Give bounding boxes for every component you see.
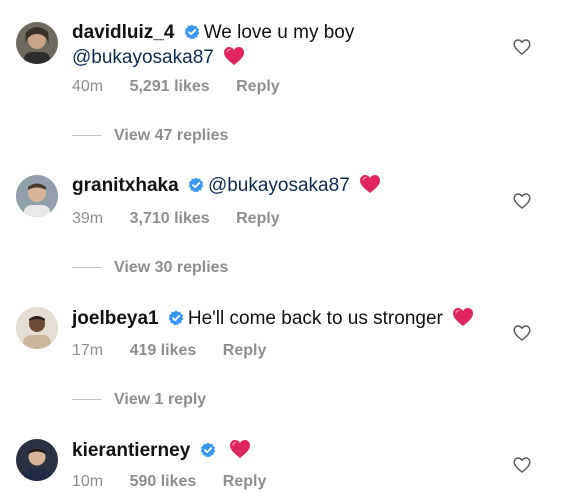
heart-outline-icon[interactable] xyxy=(513,456,531,474)
reply-button[interactable]: Reply xyxy=(236,77,280,97)
view-replies-button[interactable]: View 1 reply xyxy=(72,390,206,410)
red-heart-emoji-icon xyxy=(360,175,381,193)
comment-body: kierantierney xyxy=(72,438,511,463)
avatar[interactable] xyxy=(16,175,58,217)
avatar[interactable] xyxy=(16,439,58,481)
view-replies-label: View 1 reply xyxy=(114,391,207,408)
comment-mention[interactable]: @bukayosaka87 xyxy=(72,47,214,68)
comment-text: We love u my boy xyxy=(203,22,355,43)
comment-time: 10m xyxy=(72,473,104,490)
replies-divider xyxy=(72,399,102,401)
comment-meta: 10m 590 likes Reply xyxy=(72,472,266,492)
comment-likes[interactable]: 3,710 likes xyxy=(130,209,210,229)
comment-body: granitxhaka @bukayosaka87 xyxy=(72,173,511,198)
replies-divider xyxy=(72,135,102,137)
view-replies-button[interactable]: View 30 replies xyxy=(72,258,228,278)
verified-badge-icon xyxy=(184,24,200,40)
comment-username[interactable]: kierantierney xyxy=(72,440,190,461)
comment-likes[interactable]: 5,291 likes xyxy=(130,77,210,97)
avatar[interactable] xyxy=(16,307,58,349)
comment-username[interactable]: davidluiz_4 xyxy=(72,22,174,43)
comment-text: He'll come back to us stronger xyxy=(187,308,443,329)
comment-body: davidluiz_4 We love u my boy @bukayosaka… xyxy=(72,20,511,70)
comment-meta: 40m 5,291 likes Reply xyxy=(72,77,280,97)
red-heart-emoji-icon xyxy=(453,308,474,326)
comment-meta: 39m 3,710 likes Reply xyxy=(72,209,280,229)
comment-username[interactable]: granitxhaka xyxy=(72,175,179,196)
view-replies-label: View 30 replies xyxy=(114,259,229,276)
view-replies-label: View 47 replies xyxy=(114,127,229,144)
comment-mention[interactable]: @bukayosaka87 xyxy=(208,175,350,196)
heart-outline-icon[interactable] xyxy=(513,324,531,342)
comment-username[interactable]: joelbeya1 xyxy=(72,308,159,329)
verified-badge-icon xyxy=(188,177,204,193)
avatar[interactable] xyxy=(16,22,58,64)
replies-divider xyxy=(72,267,102,269)
red-heart-emoji-icon xyxy=(229,440,250,458)
reply-button[interactable]: Reply xyxy=(223,472,267,492)
comment-time: 39m xyxy=(72,210,104,227)
comment-time: 17m xyxy=(72,342,104,359)
heart-outline-icon[interactable] xyxy=(513,192,531,210)
comment-likes[interactable]: 419 likes xyxy=(130,341,197,361)
comment-likes[interactable]: 590 likes xyxy=(130,472,197,492)
comment-meta: 17m 419 likes Reply xyxy=(72,341,266,361)
comment-body: joelbeya1 He'll come back to us stronger xyxy=(72,306,511,331)
comment-time: 40m xyxy=(72,78,104,95)
reply-button[interactable]: Reply xyxy=(236,209,280,229)
verified-badge-icon xyxy=(168,310,184,326)
view-replies-button[interactable]: View 47 replies xyxy=(72,126,228,146)
heart-outline-icon[interactable] xyxy=(513,38,531,56)
reply-button[interactable]: Reply xyxy=(223,341,267,361)
verified-badge-icon xyxy=(200,442,215,458)
red-heart-emoji-icon xyxy=(224,47,245,65)
